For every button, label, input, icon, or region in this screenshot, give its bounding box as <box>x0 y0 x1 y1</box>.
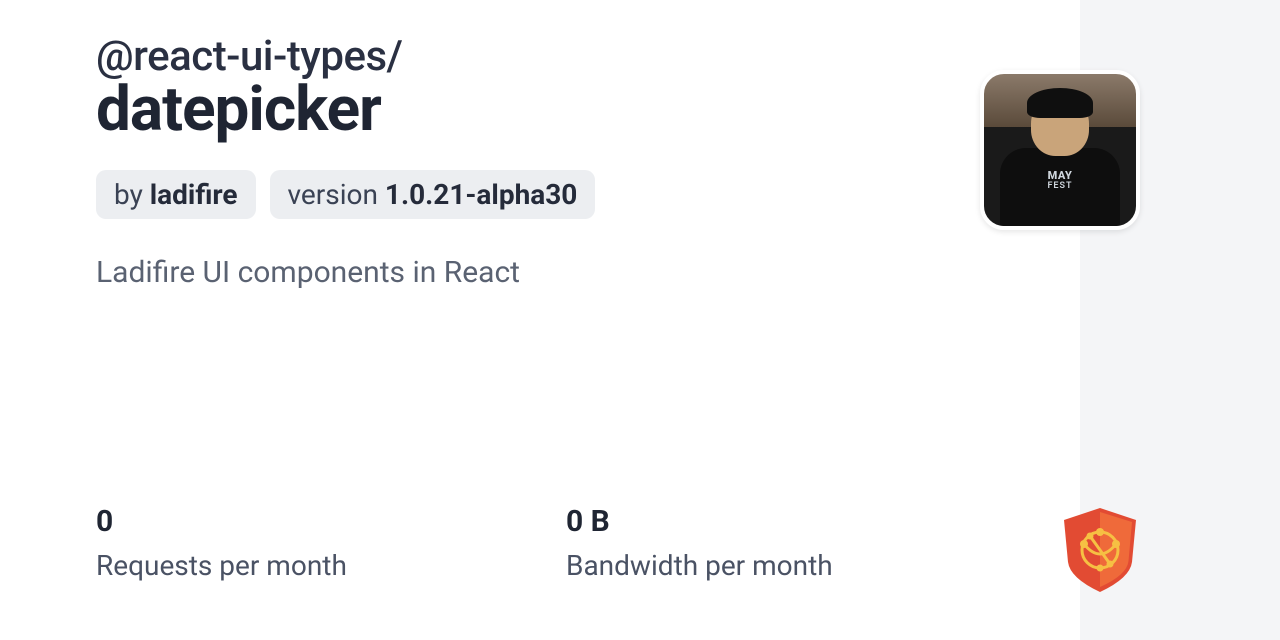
version-label: version <box>288 178 385 211</box>
package-description: Ladifire UI components in React <box>96 255 1080 290</box>
bandwidth-label: Bandwidth per month <box>566 549 1036 582</box>
badge-row: by ladifire version 1.0.21-alpha30 <box>96 170 1080 219</box>
right-gutter: MAYFEST <box>1080 0 1280 640</box>
bandwidth-value: 0 B <box>566 504 1036 539</box>
author-avatar[interactable]: MAYFEST <box>980 70 1140 230</box>
jsdelivr-shield-icon <box>1060 506 1140 594</box>
avatar-image: MAYFEST <box>984 74 1136 226</box>
requests-label: Requests per month <box>96 549 566 582</box>
package-card: @react-ui-types/ datepicker by ladifire … <box>0 0 1080 640</box>
version-badge[interactable]: version 1.0.21-alpha30 <box>270 170 596 219</box>
stats-row: 0 Requests per month 0 B Bandwidth per m… <box>96 504 1040 582</box>
author-badge[interactable]: by ladifire <box>96 170 256 219</box>
package-name: datepicker <box>96 77 1080 142</box>
author-label: by <box>114 178 150 211</box>
stat-requests: 0 Requests per month <box>96 504 566 582</box>
version-value: 1.0.21-alpha30 <box>385 178 577 211</box>
requests-value: 0 <box>96 504 566 539</box>
stat-bandwidth: 0 B Bandwidth per month <box>566 504 1036 582</box>
author-value: ladifire <box>150 178 238 211</box>
